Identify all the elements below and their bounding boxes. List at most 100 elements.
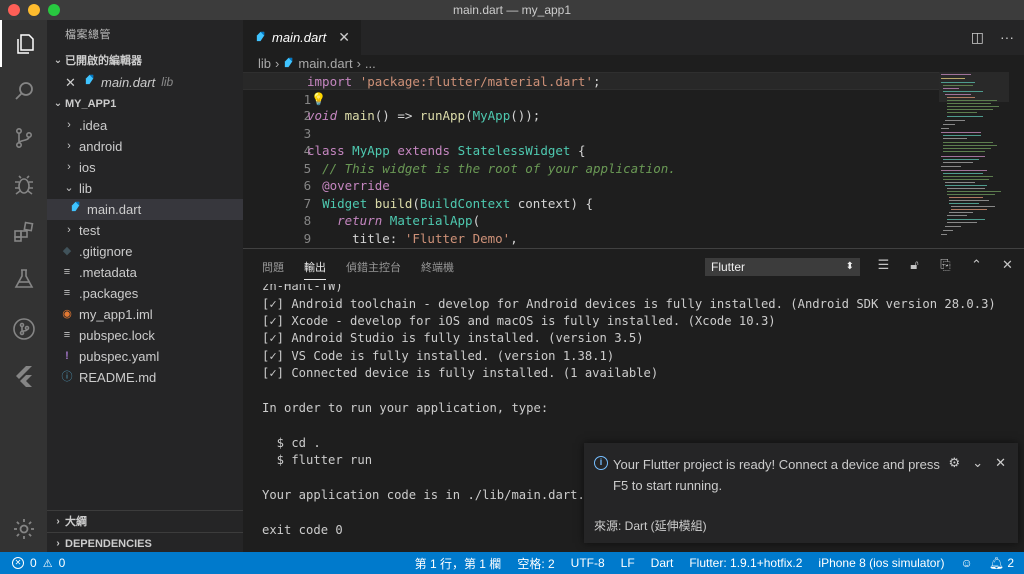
dart-file-icon (283, 56, 294, 71)
cursor-position[interactable]: 第 1 行，第 1 欄 (415, 555, 502, 572)
tab-debug-console[interactable]: 偵錯主控台 (346, 259, 401, 275)
chevron-right-icon: › (67, 140, 71, 152)
code-line: 4 (303, 143, 312, 158)
bell-icon: 🔔︎ (988, 556, 1004, 570)
chevron-down-icon[interactable]: ⌄ (972, 455, 983, 471)
tab-main-dart[interactable]: main.dart ✕ (243, 20, 361, 55)
warning-count: 0 (58, 556, 66, 570)
tree-item-test[interactable]: › test (47, 220, 243, 241)
tree-item-gitignore[interactable]: ◆ .gitignore (47, 241, 243, 262)
tree-item-pubspec-yaml[interactable]: ! pubspec.yaml (47, 346, 243, 367)
dependencies-section[interactable]: › DEPENDENCIES (47, 532, 243, 554)
minimap[interactable] (939, 72, 1009, 248)
chevron-right-icon: › (67, 224, 71, 236)
panel-actions: ☰ 🔓︎ ⎘ ⌃ ✕ (875, 257, 1016, 273)
breadcrumb-lib[interactable]: lib (258, 56, 271, 71)
outline-section[interactable]: › 大綱 (47, 510, 243, 532)
dart-file-icon (255, 30, 266, 45)
chevron-right-icon: › (56, 515, 60, 527)
close-window-button[interactable] (8, 4, 20, 16)
chevron-right-icon: › (67, 119, 71, 131)
testing-button[interactable] (0, 255, 47, 302)
open-log-icon[interactable]: ⎘ (937, 257, 954, 273)
tree-item-ios[interactable]: › ios (47, 157, 243, 178)
gear-icon[interactable]: ⚙ (949, 455, 961, 471)
extensions-button[interactable] (0, 208, 47, 255)
status-right: 第 1 行，第 1 欄 空格: 2 UTF-8 LF Dart Flutter:… (415, 552, 1014, 574)
open-editor-main-dart[interactable]: ✕ main.dart lib (47, 72, 243, 93)
breadcrumb-symbols[interactable]: ... (365, 56, 376, 71)
flutter-version[interactable]: Flutter: 1.9.1+hotfix.2 (689, 556, 802, 570)
tab-problems[interactable]: 問題 (262, 259, 284, 275)
window-controls (8, 4, 60, 16)
tree-item-lib[interactable]: ⌄ lib (47, 178, 243, 199)
activity-bar (0, 20, 47, 552)
breadcrumb-main-dart[interactable]: main.dart (298, 56, 352, 71)
code-line: 3 void main() => runApp(MyApp()); (303, 108, 541, 141)
info-file-icon: ⓘ (61, 371, 73, 383)
tab-output[interactable]: 輸出 (304, 259, 326, 280)
code-line: 6 // This widget is the root of your app… (303, 160, 676, 194)
tree-item-pubspec-lock[interactable]: ≡ pubspec.lock (47, 325, 243, 346)
explorer-sidebar: 檔案總管 ⌄ 已開啟的編輯器 ✕ main.dart lib ⌄ MY_APP1… (47, 20, 243, 552)
minimize-window-button[interactable] (28, 4, 40, 16)
text-file-icon: ≡ (63, 266, 71, 278)
output-channel-select[interactable]: Flutter ⬍ (705, 258, 860, 276)
close-panel-icon[interactable]: ✕ (999, 257, 1016, 273)
search-button[interactable] (0, 67, 47, 114)
tab-terminal[interactable]: 終端機 (421, 259, 454, 275)
code-line: 5 class MyApp extends StatelessWidget { (303, 143, 586, 176)
breadcrumb: lib › main.dart › ... (243, 55, 1024, 72)
problems-indicator[interactable]: ✕ 0 ⚠ 0 (12, 552, 65, 574)
output-line: Your application code is in ./lib/main.d… (262, 487, 585, 502)
tree-item-readme[interactable]: ⓘ README.md (47, 367, 243, 388)
close-icon[interactable]: ✕ (65, 72, 81, 93)
source-control-icon (15, 127, 32, 148)
git-graph-button[interactable] (0, 305, 47, 352)
tree-item-iml[interactable]: ◉ my_app1.iml (47, 304, 243, 325)
language-mode[interactable]: Dart (651, 556, 674, 570)
chevron-right-icon: › (275, 56, 280, 71)
notification-source: 來源: Dart (延伸模組) (594, 519, 707, 533)
tree-item-android[interactable]: › android (47, 136, 243, 157)
tree-item-idea[interactable]: › .idea (47, 115, 243, 136)
feedback-icon[interactable]: ☺ (960, 556, 972, 570)
tree-item-packages[interactable]: ≡ .packages (47, 283, 243, 304)
close-icon[interactable]: ✕ (995, 455, 1006, 471)
chevron-up-icon[interactable]: ⌃ (968, 257, 985, 273)
indentation[interactable]: 空格: 2 (517, 555, 554, 572)
output-line: [✓] Android Studio is fully installed. (… (262, 331, 644, 346)
chevron-right-icon: › (356, 56, 361, 71)
explorer-button[interactable] (0, 20, 47, 67)
more-actions-icon[interactable]: ··· (1000, 29, 1014, 46)
chevron-down-icon: ⌄ (53, 55, 63, 66)
debug-button[interactable] (0, 161, 47, 208)
device-selector[interactable]: iPhone 8 (ios simulator) (818, 556, 944, 570)
notification-actions: ⚙ ⌄ ✕ (949, 455, 1006, 471)
source-control-button[interactable] (0, 114, 47, 161)
encoding[interactable]: UTF-8 (571, 556, 605, 570)
tree-item-metadata[interactable]: ≡ .metadata (47, 262, 243, 283)
warning-icon: ⚠ (42, 557, 53, 570)
clear-output-icon[interactable]: ☰ (875, 257, 892, 273)
flutter-button[interactable] (0, 352, 47, 399)
yaml-file-icon: ! (65, 350, 69, 362)
maximize-window-button[interactable] (48, 4, 60, 16)
debug-icon (14, 174, 33, 195)
close-tab-icon[interactable]: ✕ (338, 29, 350, 46)
notifications-button[interactable]: 🔔︎ 2 (989, 556, 1014, 570)
code-editor[interactable]: 1 import 'package:flutter/material.dart'… (243, 72, 939, 263)
split-editor-icon[interactable]: ◫ (971, 29, 984, 46)
project-section[interactable]: ⌄ MY_APP1 (47, 93, 243, 115)
manage-button[interactable] (0, 505, 47, 552)
line-ending[interactable]: LF (621, 556, 635, 570)
explorer-title: 檔案總管 (65, 29, 111, 41)
status-bar: ✕ 0 ⚠ 0 第 1 行，第 1 欄 空格: 2 UTF-8 LF Dart … (0, 552, 1024, 574)
lock-icon[interactable]: 🔓︎ (906, 257, 923, 273)
lightbulb-icon[interactable]: 💡 (311, 91, 326, 109)
open-editors-section[interactable]: ⌄ 已開啟的編輯器 (47, 50, 243, 72)
output-line: [✓] Connected device is fully installed.… (262, 366, 659, 381)
output-line: In order to run your application, type: (262, 400, 549, 415)
tree-item-main-dart[interactable]: main.dart (47, 199, 243, 220)
chevron-down-icon: ⌄ (64, 182, 74, 194)
